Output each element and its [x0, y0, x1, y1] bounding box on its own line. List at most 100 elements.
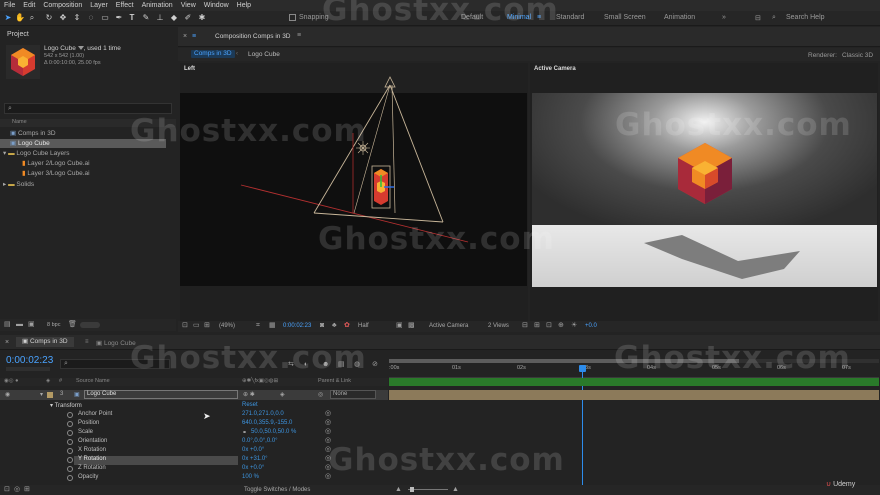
label-color-swatch[interactable]: [47, 392, 53, 398]
project-item-comps-in-3d[interactable]: ▣ Comps in 3D: [0, 129, 170, 138]
value-y-rotation[interactable]: 0x +31.0°: [242, 456, 268, 462]
graph-editor-icon[interactable]: ⊘: [372, 361, 378, 369]
eraser-tool-icon[interactable]: ◆: [169, 13, 179, 23]
stopwatch-icon[interactable]: [67, 448, 73, 454]
zoom-dropdown[interactable]: (49%): [219, 323, 235, 329]
value-orientation[interactable]: 0.0°,0.0°,0.0°: [242, 438, 278, 444]
always-preview-icon[interactable]: ⊡: [182, 322, 188, 330]
value-anchor-point[interactable]: 271.0,271.0,0.0: [242, 411, 284, 417]
stopwatch-icon[interactable]: [67, 412, 73, 418]
constrain-proportions-icon[interactable]: ⚭: [242, 429, 247, 436]
motion-blur-icon[interactable]: ◍: [354, 361, 360, 369]
project-item-layer-2[interactable]: ▮ Layer 2/Logo Cube.ai: [0, 159, 170, 168]
menu-window[interactable]: Window: [204, 2, 229, 9]
work-area-bar[interactable]: [389, 359, 879, 363]
menu-animation[interactable]: Animation: [142, 2, 173, 9]
renderer-value[interactable]: Classic 3D: [842, 52, 873, 59]
menu-view[interactable]: View: [181, 2, 196, 9]
interpret-footage-icon[interactable]: ▤: [4, 321, 11, 329]
new-composition-icon[interactable]: ▣: [28, 321, 35, 329]
timeline-tab-logo-cube[interactable]: ▣ Logo Cube: [96, 339, 136, 347]
snapping-checkbox[interactable]: [289, 14, 296, 21]
bpc-label[interactable]: 8 bpc: [47, 322, 60, 328]
stopwatch-icon[interactable]: [67, 466, 73, 472]
puppet-tool-icon[interactable]: ✱: [197, 13, 207, 23]
parent-dropdown[interactable]: None: [330, 390, 376, 399]
zoom-out-icon[interactable]: ▲: [395, 486, 402, 494]
breadcrumb-logo-cube[interactable]: Logo Cube: [248, 51, 280, 58]
layer-switches-toggle-icon[interactable]: ⊡: [4, 486, 10, 494]
project-item-layer-3[interactable]: ▮ Layer 3/Logo Cube.ai: [0, 169, 170, 178]
time-ruler[interactable]: :00s 01s 02s 03s 04s 05s 06s 07s: [389, 365, 879, 378]
source-name-header[interactable]: Source Name: [76, 378, 110, 384]
snapshot-camera-icon[interactable]: ◙: [320, 322, 324, 330]
close-icon[interactable]: ×: [5, 339, 9, 346]
zoom-tool-icon[interactable]: ⌕: [27, 13, 37, 23]
resolution-dropdown[interactable]: Half: [358, 323, 369, 329]
camera-view-dropdown[interactable]: Active Camera: [429, 323, 468, 329]
3d-layer-switch-icon[interactable]: ◈: [280, 391, 285, 398]
shy-layers-icon[interactable]: ☻: [322, 361, 329, 369]
expression-pickwhip-icon[interactable]: ◎: [325, 419, 331, 427]
expression-pickwhip-icon[interactable]: ◎: [325, 428, 331, 436]
reset-exposure-icon[interactable]: ☀: [571, 322, 577, 330]
delete-icon[interactable]: 🗑: [68, 321, 77, 329]
stopwatch-icon[interactable]: [67, 430, 73, 436]
transparency-grid-icon[interactable]: ▩: [408, 322, 415, 330]
menu-composition[interactable]: Composition: [43, 2, 82, 9]
orbit-camera-tool-icon[interactable]: ↻: [44, 13, 54, 23]
work-area-range[interactable]: [389, 359, 739, 363]
av-switches-icon[interactable]: ◉◎ ●: [4, 378, 18, 384]
timeline-current-time[interactable]: 0:00:02:23: [6, 355, 53, 366]
pen-tool-icon[interactable]: ✒: [114, 13, 124, 23]
in-out-toggle-icon[interactable]: ⊞: [24, 486, 30, 494]
timeline-zoom-slider[interactable]: [408, 489, 448, 490]
workspace-default[interactable]: Default: [461, 14, 483, 21]
expression-pickwhip-icon[interactable]: ◎: [325, 437, 331, 445]
clone-stamp-tool-icon[interactable]: ⊥: [155, 13, 165, 23]
hand-tool-icon[interactable]: ✋: [15, 13, 25, 23]
left-view[interactable]: Left: [180, 63, 528, 321]
project-folder-solids[interactable]: ▸ ▬ Solids: [0, 180, 170, 189]
expression-pickwhip-icon[interactable]: ◎: [325, 473, 331, 481]
active-camera-view[interactable]: Active Camera: [530, 63, 878, 321]
project-search-input[interactable]: ⌕: [4, 103, 172, 114]
close-icon[interactable]: ×: [183, 33, 187, 40]
selection-tool-icon[interactable]: ➤: [3, 13, 13, 23]
menu-file[interactable]: File: [4, 2, 15, 9]
project-item-logo-cube[interactable]: ▣ Logo Cube: [0, 139, 166, 148]
flowchart-icon[interactable]: ⊕: [558, 322, 564, 330]
pickwhip-icon[interactable]: ◎: [318, 391, 323, 398]
menu-layer[interactable]: Layer: [90, 2, 108, 9]
label-color-icon[interactable]: ◈: [46, 378, 50, 384]
timeline-toggle-icon[interactable]: ⊡: [546, 322, 552, 330]
type-tool-icon[interactable]: T: [127, 13, 137, 23]
current-time-indicator[interactable]: [582, 372, 583, 485]
transform-group[interactable]: ▾ Transform: [50, 402, 82, 409]
project-folder-logo-cube-layers[interactable]: ▾ ▬ Logo Cube Layers: [0, 149, 170, 158]
switches-header-icon[interactable]: ⊕✱╲fx▣◎◍⊞: [242, 378, 278, 384]
zoom-slider-handle[interactable]: [410, 487, 414, 492]
value-x-rotation[interactable]: 0x +0.0°: [242, 447, 264, 453]
roi-toggle-icon[interactable]: ▣: [396, 322, 403, 330]
value-position[interactable]: 640.0,355.9,-155.0: [242, 420, 292, 426]
layer-name-field[interactable]: Logo Cube: [84, 390, 238, 399]
workspace-minimal[interactable]: Minimal: [507, 14, 531, 21]
color-channel-icon[interactable]: ✿: [344, 322, 350, 330]
value-z-rotation[interactable]: 0x +0.0°: [242, 465, 264, 471]
roto-brush-tool-icon[interactable]: ✐: [183, 13, 193, 23]
menu-help[interactable]: Help: [237, 2, 251, 9]
stopwatch-icon[interactable]: [67, 439, 73, 445]
comp-tab-title[interactable]: Composition Comps in 3D: [215, 33, 291, 40]
project-column-name[interactable]: Name: [0, 119, 176, 127]
lock-icon[interactable]: ≡: [192, 33, 196, 40]
value-scale[interactable]: 50.0,50.0,50.0 %: [251, 429, 296, 435]
layer-duration-bar[interactable]: [389, 390, 879, 400]
expression-pickwhip-icon[interactable]: ◎: [325, 446, 331, 454]
timeline-tab-comps-in-3d[interactable]: ▣ Comps in 3D: [16, 337, 74, 347]
stopwatch-icon[interactable]: [67, 475, 73, 481]
sync-settings-icon[interactable]: ⊟: [755, 14, 761, 22]
expression-pickwhip-icon[interactable]: ◎: [325, 455, 331, 463]
layer-switch-icons[interactable]: ⊕ ✱: [243, 391, 255, 398]
workspace-small-screen[interactable]: Small Screen: [604, 14, 646, 21]
